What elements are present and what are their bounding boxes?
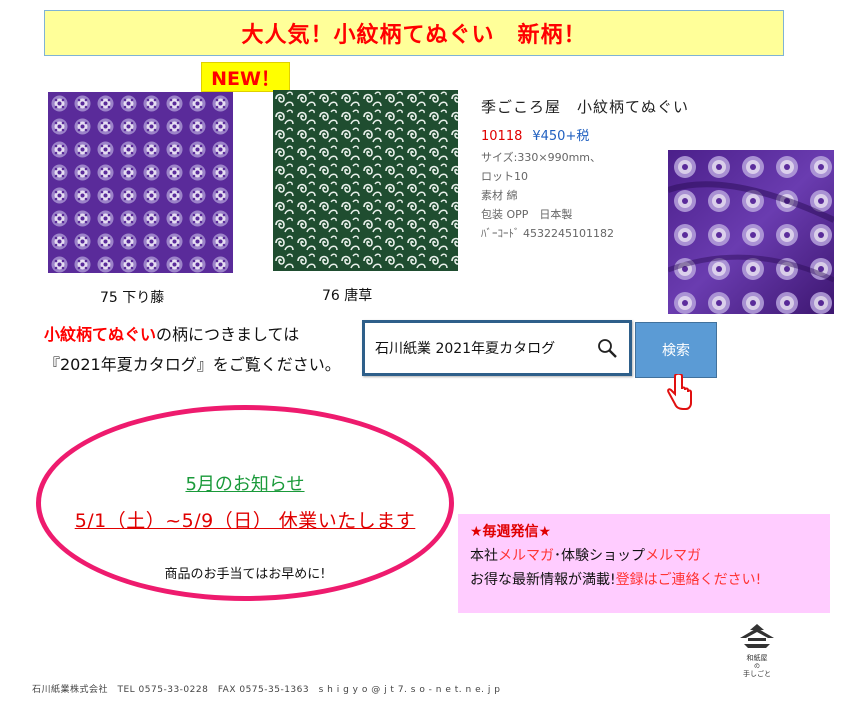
mailmag-line1: 本社メルマガ･体験ショップメルマガ [470, 544, 818, 568]
catalog-notice-line1: 小紋柄てぬぐいの柄につきましては [44, 320, 341, 350]
new-badge-text: NEW！ [211, 67, 280, 90]
karakusa-pattern-graphic [273, 90, 458, 271]
catalog-notice-line2: 『2021年夏カタログ』をご覧ください。 [44, 355, 341, 374]
search-input[interactable]: 石川紙業 2021年夏カタログ [362, 320, 632, 376]
product-image-fuji[interactable] [48, 92, 233, 273]
may-notice-title: 5月のお知らせ [185, 474, 305, 495]
mailmag-line1-c: ･体験ショップ [554, 548, 645, 564]
mailmag-box: ★毎週発信★ 本社メルマガ･体験ショップメルマガ お得な最新情報が満載!登録はご… [458, 514, 830, 613]
company-logo: 和紙屋 の 手しごと [728, 620, 786, 684]
may-notice-dates: 5/1（土）~5/9（日） 休業いたします [74, 510, 416, 532]
search-button-label: 検索 [662, 343, 690, 359]
product-price: ¥450+税 [532, 129, 590, 144]
product-price-row: 10118 ¥450+税 [481, 125, 721, 144]
mailmag-line2-a: お得な最新情報が満載! [470, 572, 616, 588]
product-code: 10118 [481, 129, 523, 144]
search-icon[interactable] [597, 338, 619, 364]
logo-text-2: の [754, 663, 760, 670]
mailmag-link-1[interactable]: メルマガ [498, 548, 554, 564]
headline-banner: 大人気！小紋柄てぬぐい 新柄！ [44, 10, 784, 56]
mailmag-register[interactable]: 登録はご連絡ください! [616, 572, 762, 588]
fabric-photo-graphic [668, 150, 834, 314]
logo-text-3: 手しごと [743, 669, 771, 678]
may-notice-note: 商品のお手当てはお早めに! [164, 567, 326, 582]
fuji-pattern-graphic [48, 92, 233, 273]
product-name: 季ごころ屋 小紋柄てぬぐい [481, 98, 690, 116]
logo-mark: 和紙屋 の 手しごと [740, 624, 774, 678]
mailmag-line2: お得な最新情報が満載!登録はご連絡ください! [470, 568, 818, 592]
mailmag-link-2[interactable]: メルマガ [645, 548, 701, 564]
logo-text-1: 和紙屋 [747, 653, 768, 662]
catalog-notice: 小紋柄てぬぐいの柄につきましては 『2021年夏カタログ』をご覧ください。 [44, 320, 341, 380]
mailmag-line1-a: 本社 [470, 548, 498, 564]
headline-text: 大人気！小紋柄てぬぐい 新柄！ [241, 23, 587, 48]
footer-contact: 石川紙業株式会社 TEL 0575-33-0228 FAX 0575-35-13… [32, 685, 501, 695]
product-image-karakusa[interactable] [273, 90, 458, 271]
catalog-notice-highlight: 小紋柄てぬぐい [44, 325, 157, 344]
new-badge: NEW！ [201, 62, 290, 92]
search-query: 石川紙業 2021年夏カタログ [375, 341, 556, 357]
product-caption-76: 76 唐草 [322, 288, 373, 304]
fabric-photo [668, 150, 834, 314]
catalog-notice-line1-rest: の柄につきましては [156, 325, 300, 344]
product-caption-75: 75 下り藤 [100, 290, 165, 306]
pointing-hand-icon [666, 372, 692, 416]
mailmag-heading: ★毎週発信★ [470, 524, 552, 540]
search-button[interactable]: 検索 [635, 322, 717, 378]
